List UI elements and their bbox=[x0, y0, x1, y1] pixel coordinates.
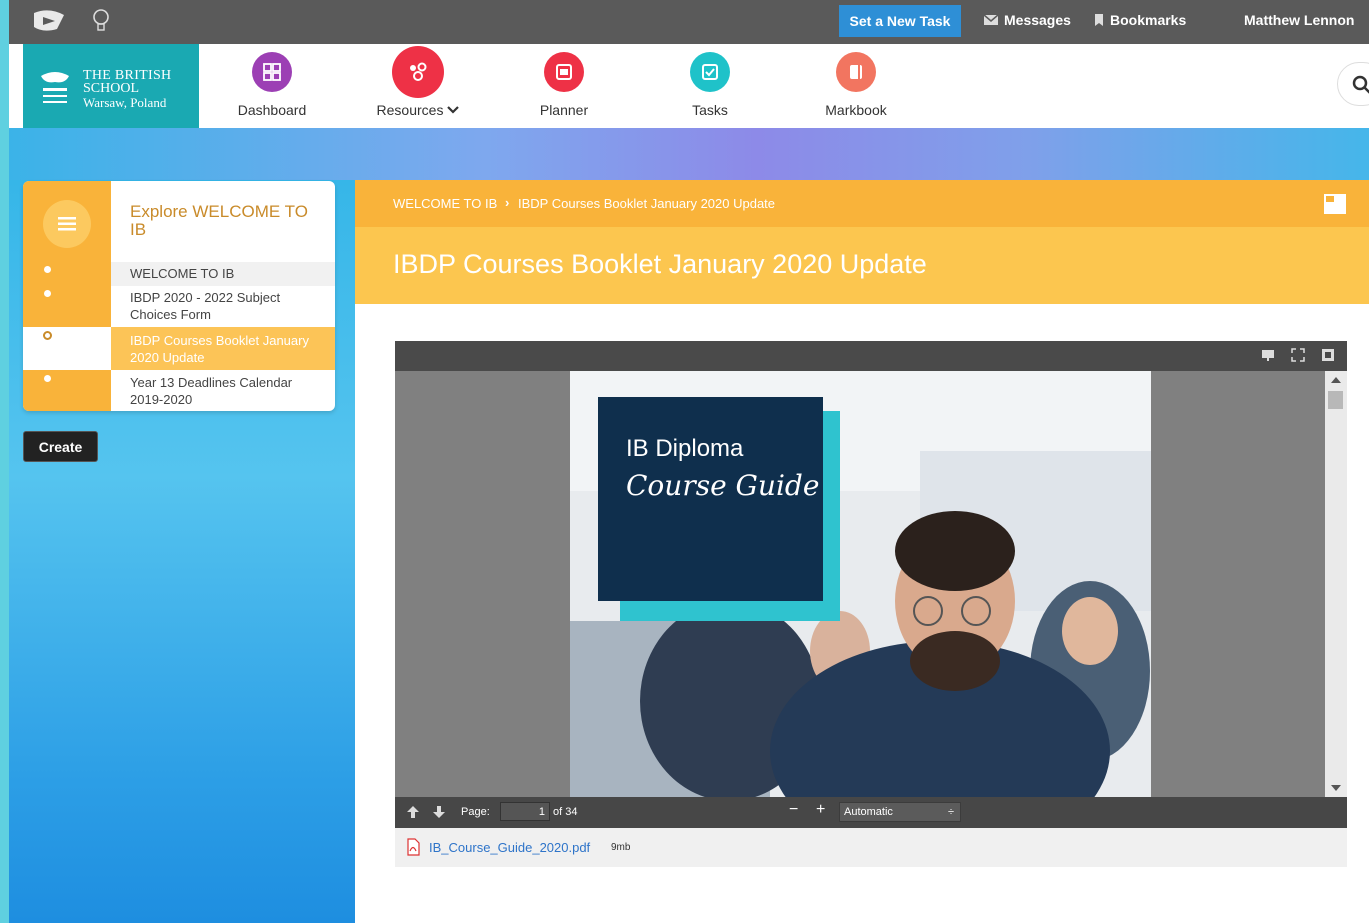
page-total: of 34 bbox=[553, 806, 578, 818]
search-icon bbox=[1352, 75, 1369, 94]
breadcrumb-parent[interactable]: WELCOME TO IB bbox=[393, 196, 497, 211]
expand-icon[interactable] bbox=[1324, 194, 1346, 214]
resources-icon bbox=[392, 46, 444, 98]
hamburger-icon bbox=[58, 217, 76, 231]
bullet-icon bbox=[44, 375, 51, 382]
bookmarks-label: Bookmarks bbox=[1110, 12, 1187, 28]
attachment-link[interactable]: IB_Course_Guide_2020.pdf bbox=[429, 840, 590, 855]
sidebar-item-welcome[interactable]: WELCOME TO IB bbox=[23, 262, 335, 286]
top-bar: Set a New Task Messages Bookmarks Matthe… bbox=[9, 0, 1369, 44]
sidebar-item-courses-booklet[interactable]: IBDP Courses Booklet January 2020 Update bbox=[23, 327, 335, 370]
sidebar-item-deadlines[interactable]: Year 13 Deadlines Calendar 2019-2020 bbox=[23, 371, 335, 411]
set-new-task-button[interactable]: Set a New Task bbox=[839, 5, 961, 37]
pdf-toolbar bbox=[395, 341, 1347, 371]
breadcrumb: WELCOME TO IB › IBDP Courses Booklet Jan… bbox=[355, 180, 1369, 227]
explore-sidebar: Explore WELCOME TO IB WELCOME TO IB IBDP… bbox=[23, 181, 335, 411]
download-icon[interactable] bbox=[1321, 348, 1335, 362]
messages-link[interactable]: Messages bbox=[984, 12, 1071, 28]
scroll-thumb[interactable] bbox=[1328, 391, 1343, 409]
breadcrumb-separator: › bbox=[505, 195, 510, 210]
pdf-file-icon bbox=[407, 838, 420, 856]
school-location: Warsaw, Poland bbox=[83, 95, 167, 110]
user-menu[interactable]: Matthew Lennon bbox=[1244, 12, 1354, 28]
fullscreen-icon[interactable] bbox=[1291, 348, 1305, 362]
messages-label: Messages bbox=[1004, 12, 1071, 28]
zoom-in-icon[interactable]: + bbox=[816, 801, 825, 819]
tasks-icon bbox=[690, 52, 730, 92]
zoom-out-icon[interactable]: − bbox=[789, 801, 798, 819]
menu-toggle[interactable] bbox=[43, 200, 91, 248]
sidebar-title: Explore WELCOME TO IB bbox=[130, 202, 308, 239]
create-button[interactable]: Create bbox=[23, 431, 98, 462]
nav-dashboard-label: Dashboard bbox=[237, 102, 307, 118]
markbook-icon bbox=[836, 52, 876, 92]
pdf-viewer: IB Diploma Course Guide Page: of 34 − + … bbox=[395, 341, 1347, 828]
pdf-scrollbar[interactable] bbox=[1325, 371, 1347, 797]
bullet-icon bbox=[44, 290, 51, 297]
nav-resources-label: Resources bbox=[377, 102, 460, 118]
scroll-up-icon[interactable] bbox=[1331, 377, 1341, 383]
bookmarks-link[interactable]: Bookmarks bbox=[1094, 12, 1186, 28]
pdf-page: IB Diploma Course Guide bbox=[570, 371, 1151, 797]
nav-dashboard[interactable]: Dashboard bbox=[212, 52, 332, 118]
page-title: IBDP Courses Booklet January 2020 Update bbox=[393, 249, 927, 279]
nav-tasks-label: Tasks bbox=[692, 102, 728, 118]
main-content: WELCOME TO IB › IBDP Courses Booklet Jan… bbox=[355, 180, 1369, 923]
attachment-size: 9mb bbox=[611, 842, 631, 853]
sidebar-item-subject-choices[interactable]: IBDP 2020 - 2022 Subject Choices Form bbox=[23, 287, 335, 329]
nav-markbook-label: Markbook bbox=[825, 102, 887, 118]
dashboard-icon bbox=[252, 52, 292, 92]
sidebar-item-label: IBDP 2020 - 2022 Subject Choices Form bbox=[130, 290, 281, 322]
nav-resources-text: Resources bbox=[376, 102, 444, 118]
user-name: Matthew Lennon bbox=[1244, 12, 1355, 28]
sidebar-item-rail-cut bbox=[23, 327, 111, 370]
page-number-input[interactable] bbox=[500, 802, 550, 821]
main-nav: THE BRITISH SCHOOL Warsaw, Poland Dashbo… bbox=[9, 44, 1369, 128]
current-bullet-icon bbox=[43, 331, 52, 340]
attachment-row: IB_Course_Guide_2020.pdf 9mb bbox=[395, 828, 1347, 867]
zoom-select[interactable]: Automatic ÷ bbox=[839, 802, 961, 822]
next-page-icon[interactable] bbox=[433, 806, 445, 818]
nav-planner-label: Planner bbox=[539, 102, 589, 118]
app-logo-icon[interactable] bbox=[31, 9, 67, 33]
page-banner bbox=[9, 128, 1369, 180]
zoom-select-value: Automatic bbox=[844, 806, 893, 818]
planner-icon bbox=[544, 52, 584, 92]
breadcrumb-current: IBDP Courses Booklet January 2020 Update bbox=[518, 196, 776, 211]
nav-markbook[interactable]: Markbook bbox=[796, 52, 916, 118]
title-bar: IBDP Courses Booklet January 2020 Update bbox=[355, 227, 1369, 304]
cover-subtitle: Course Guide bbox=[626, 469, 820, 502]
search-button[interactable] bbox=[1337, 62, 1369, 106]
cover-title: IB Diploma bbox=[626, 435, 744, 462]
chevron-down-icon bbox=[447, 106, 460, 114]
school-logo[interactable]: THE BRITISH SCHOOL Warsaw, Poland bbox=[23, 44, 199, 128]
nav-resources[interactable]: Resources bbox=[358, 46, 478, 118]
school-crest-icon bbox=[41, 72, 69, 103]
envelope-icon bbox=[984, 14, 998, 25]
lightbulb-icon[interactable] bbox=[91, 8, 111, 34]
nav-tasks[interactable]: Tasks bbox=[650, 52, 770, 118]
bookmark-icon bbox=[1095, 14, 1103, 26]
presentation-icon[interactable] bbox=[1261, 348, 1275, 362]
sidebar-item-label: Year 13 Deadlines Calendar 2019-2020 bbox=[130, 375, 293, 407]
page-label: Page: bbox=[461, 806, 490, 818]
nav-planner[interactable]: Planner bbox=[504, 52, 624, 118]
select-arrows-icon: ÷ bbox=[947, 806, 954, 818]
scroll-down-icon[interactable] bbox=[1331, 785, 1341, 791]
pdf-pagebar: Page: of 34 − + Automatic ÷ bbox=[395, 797, 1347, 828]
bullet-icon bbox=[44, 266, 51, 273]
window-frame-edge bbox=[0, 0, 9, 923]
sidebar-item-label: WELCOME TO IB bbox=[130, 266, 235, 281]
previous-page-icon[interactable] bbox=[407, 806, 419, 818]
sidebar-item-label: IBDP Courses Booklet January 2020 Update bbox=[130, 333, 309, 365]
